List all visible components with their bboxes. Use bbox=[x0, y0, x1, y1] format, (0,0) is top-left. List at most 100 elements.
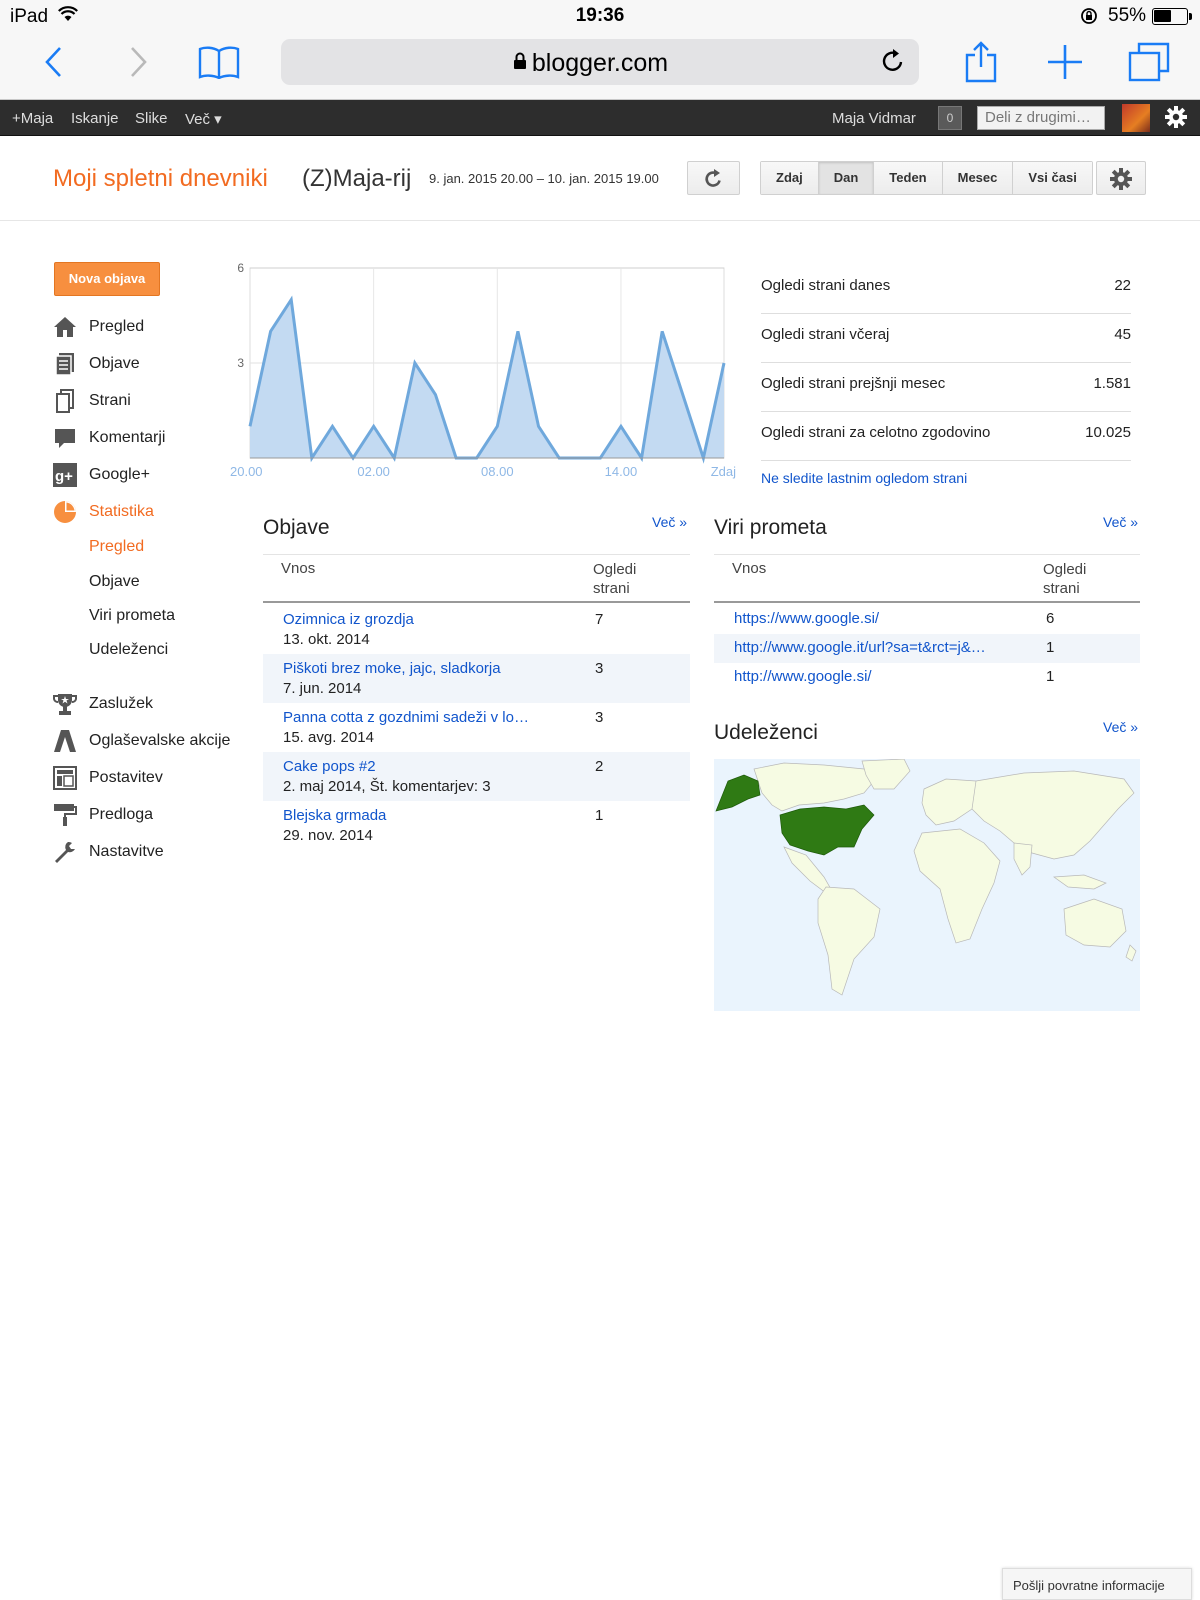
gbar-link-plus[interactable]: +Maja bbox=[12, 110, 53, 127]
post-views: 2 bbox=[595, 758, 604, 775]
pages-icon bbox=[53, 389, 77, 413]
sources-panel-title: Viri prometa bbox=[714, 516, 827, 539]
source-views: 1 bbox=[1046, 668, 1055, 685]
settings-button[interactable] bbox=[1096, 161, 1146, 195]
table-row: Panna cotta z gozdnimi sadeži v lo… 15. … bbox=[263, 703, 690, 752]
posts-table-header: Vnos Ogledi strani bbox=[263, 554, 690, 603]
tab-week[interactable]: Teden bbox=[874, 162, 943, 194]
stat-value: 1.581 bbox=[1093, 375, 1131, 392]
col-pageviews-line1: Ogledi bbox=[1043, 561, 1087, 578]
wrench-icon bbox=[53, 840, 77, 864]
map-africa bbox=[913, 828, 1001, 944]
address-bar[interactable]: blogger.com bbox=[281, 39, 919, 85]
google-bar: +Maja Iskanje Slike Več ▾ Maja Vidmar 0 … bbox=[0, 100, 1200, 136]
settings-gear-icon bbox=[1110, 168, 1132, 190]
tab-all-time[interactable]: Vsi časi bbox=[1013, 162, 1092, 194]
notifications-count[interactable]: 0 bbox=[938, 106, 962, 130]
stats-sub-audience[interactable]: Udeleženci bbox=[89, 641, 168, 659]
browser-toolbar: blogger.com bbox=[0, 32, 1200, 100]
stats-sub-overview[interactable]: Pregled bbox=[89, 538, 144, 556]
tab-day[interactable]: Dan bbox=[818, 162, 875, 194]
sidebar-item-label: Zaslužek bbox=[89, 695, 154, 712]
map-indonesia bbox=[1053, 874, 1107, 890]
stat-label: Ogledi strani za celotno zgodovino bbox=[761, 424, 991, 441]
chart-x-tick-label: 14.00 bbox=[605, 464, 638, 479]
table-row: Piškoti brez moke, jajc, sladkorja 7. ju… bbox=[263, 654, 690, 703]
gbar-link-images[interactable]: Slike bbox=[135, 110, 168, 127]
sidebar-item-label: Strani bbox=[89, 392, 131, 409]
gbar-link-search[interactable]: Iskanje bbox=[71, 110, 119, 127]
my-blogs-link[interactable]: Moji spletni dnevniki bbox=[53, 165, 268, 193]
source-link[interactable]: https://www.google.si/ bbox=[734, 610, 1004, 627]
stat-value: 45 bbox=[1114, 326, 1131, 343]
table-row: Cake pops #2 2. maj 2014, Št. komentarje… bbox=[263, 752, 690, 801]
stat-row-yesterday: Ogledi strani včeraj 45 bbox=[761, 314, 1131, 363]
table-row: Ozimnica iz grozdja 13. okt. 2014 7 bbox=[263, 605, 690, 654]
template-roller-icon bbox=[53, 803, 77, 827]
post-views: 3 bbox=[595, 660, 604, 677]
post-title-link[interactable]: Piškoti brez moke, jajc, sladkorja bbox=[283, 660, 583, 677]
blog-name[interactable]: (Z)Maja-rij bbox=[302, 165, 411, 193]
tab-now[interactable]: Zdaj bbox=[761, 162, 819, 194]
post-title-link[interactable]: Cake pops #2 bbox=[283, 758, 583, 775]
chart-y-tick-label: 3 bbox=[237, 356, 244, 370]
reload-icon[interactable] bbox=[881, 48, 905, 79]
clock: 19:36 bbox=[575, 5, 625, 26]
sidebar-item-label: Komentarji bbox=[89, 429, 166, 446]
tabs-overview-icon[interactable] bbox=[1121, 32, 1177, 92]
sidebar-item-label: Postavitev bbox=[89, 769, 163, 786]
sidebar-item-label: Predloga bbox=[89, 806, 154, 823]
url-text: blogger.com bbox=[531, 49, 669, 77]
post-title-link[interactable]: Ozimnica iz grozdja bbox=[283, 611, 583, 628]
not-tracking-link[interactable]: Ne sledite lastnim ogledom strani bbox=[761, 470, 967, 486]
back-icon[interactable] bbox=[26, 32, 82, 92]
stat-row-today: Ogledi strani danes 22 bbox=[761, 265, 1131, 314]
map-canada bbox=[753, 762, 875, 812]
new-post-button[interactable]: Nova objava bbox=[54, 262, 160, 296]
source-link[interactable]: http://www.google.si/ bbox=[734, 668, 1004, 685]
comments-icon bbox=[53, 426, 77, 450]
share-box[interactable]: Deli z drugimi… bbox=[977, 106, 1105, 130]
battery-percent: 55% bbox=[1108, 5, 1147, 26]
source-views: 1 bbox=[1046, 639, 1055, 656]
table-row: Blejska grmada 29. nov. 2014 1 bbox=[263, 801, 690, 850]
bookmarks-icon[interactable] bbox=[191, 32, 247, 92]
col-pageviews-line2: strani bbox=[1043, 580, 1080, 597]
sources-more-link[interactable]: Več » bbox=[1103, 514, 1138, 530]
audience-more-link[interactable]: Več » bbox=[1103, 719, 1138, 735]
share-icon[interactable] bbox=[953, 32, 1009, 92]
gbar-link-more[interactable]: Več ▾ bbox=[185, 110, 222, 128]
feedback-button[interactable]: Pošlji povratne informacije bbox=[1002, 1568, 1192, 1600]
post-meta: 7. jun. 2014 bbox=[283, 680, 362, 697]
map-new-zealand bbox=[1125, 944, 1137, 962]
user-name[interactable]: Maja Vidmar bbox=[832, 110, 916, 127]
stat-label: Ogledi strani danes bbox=[761, 277, 891, 294]
stat-label: Ogledi strani včeraj bbox=[761, 326, 890, 343]
avatar[interactable] bbox=[1122, 104, 1150, 132]
sidebar-item-label: Nastavitve bbox=[89, 843, 164, 860]
refresh-button[interactable] bbox=[687, 161, 740, 195]
col-entry: Vnos bbox=[281, 560, 316, 577]
stats-sub-posts[interactable]: Objave bbox=[89, 573, 140, 591]
chart-x-tick-label: 20.00 bbox=[230, 464, 263, 479]
tab-month[interactable]: Mesec bbox=[942, 162, 1014, 194]
map-india bbox=[1013, 842, 1033, 876]
post-meta: 2. maj 2014, Št. komentarjev: 3 bbox=[283, 778, 491, 795]
source-link[interactable]: http://www.google.it/url?sa=t&rct=j&… bbox=[734, 639, 1004, 656]
stat-value: 22 bbox=[1114, 277, 1131, 294]
post-title-link[interactable]: Panna cotta z gozdnimi sadeži v lo… bbox=[283, 709, 583, 726]
posts-panel-title: Objave bbox=[263, 516, 330, 539]
table-row: http://www.google.it/url?sa=t&rct=j&… 1 bbox=[714, 634, 1140, 663]
post-title-link[interactable]: Blejska grmada bbox=[283, 807, 583, 824]
stats-sub-traffic-sources[interactable]: Viri prometa bbox=[89, 607, 175, 625]
sidebar-item-label: Pregled bbox=[89, 318, 145, 335]
pageviews-chart: 6 3 20.00 02.00 08.00 14.00 Zdaj bbox=[230, 261, 736, 479]
gear-icon[interactable] bbox=[1165, 106, 1187, 132]
post-meta: 13. okt. 2014 bbox=[283, 631, 370, 648]
forward-icon[interactable] bbox=[110, 32, 166, 92]
map-alaska bbox=[715, 774, 761, 812]
posts-more-link[interactable]: Več » bbox=[652, 514, 687, 530]
post-views: 3 bbox=[595, 709, 604, 726]
new-tab-icon[interactable] bbox=[1037, 32, 1093, 92]
sidebar-item-label: Google+ bbox=[89, 466, 150, 483]
